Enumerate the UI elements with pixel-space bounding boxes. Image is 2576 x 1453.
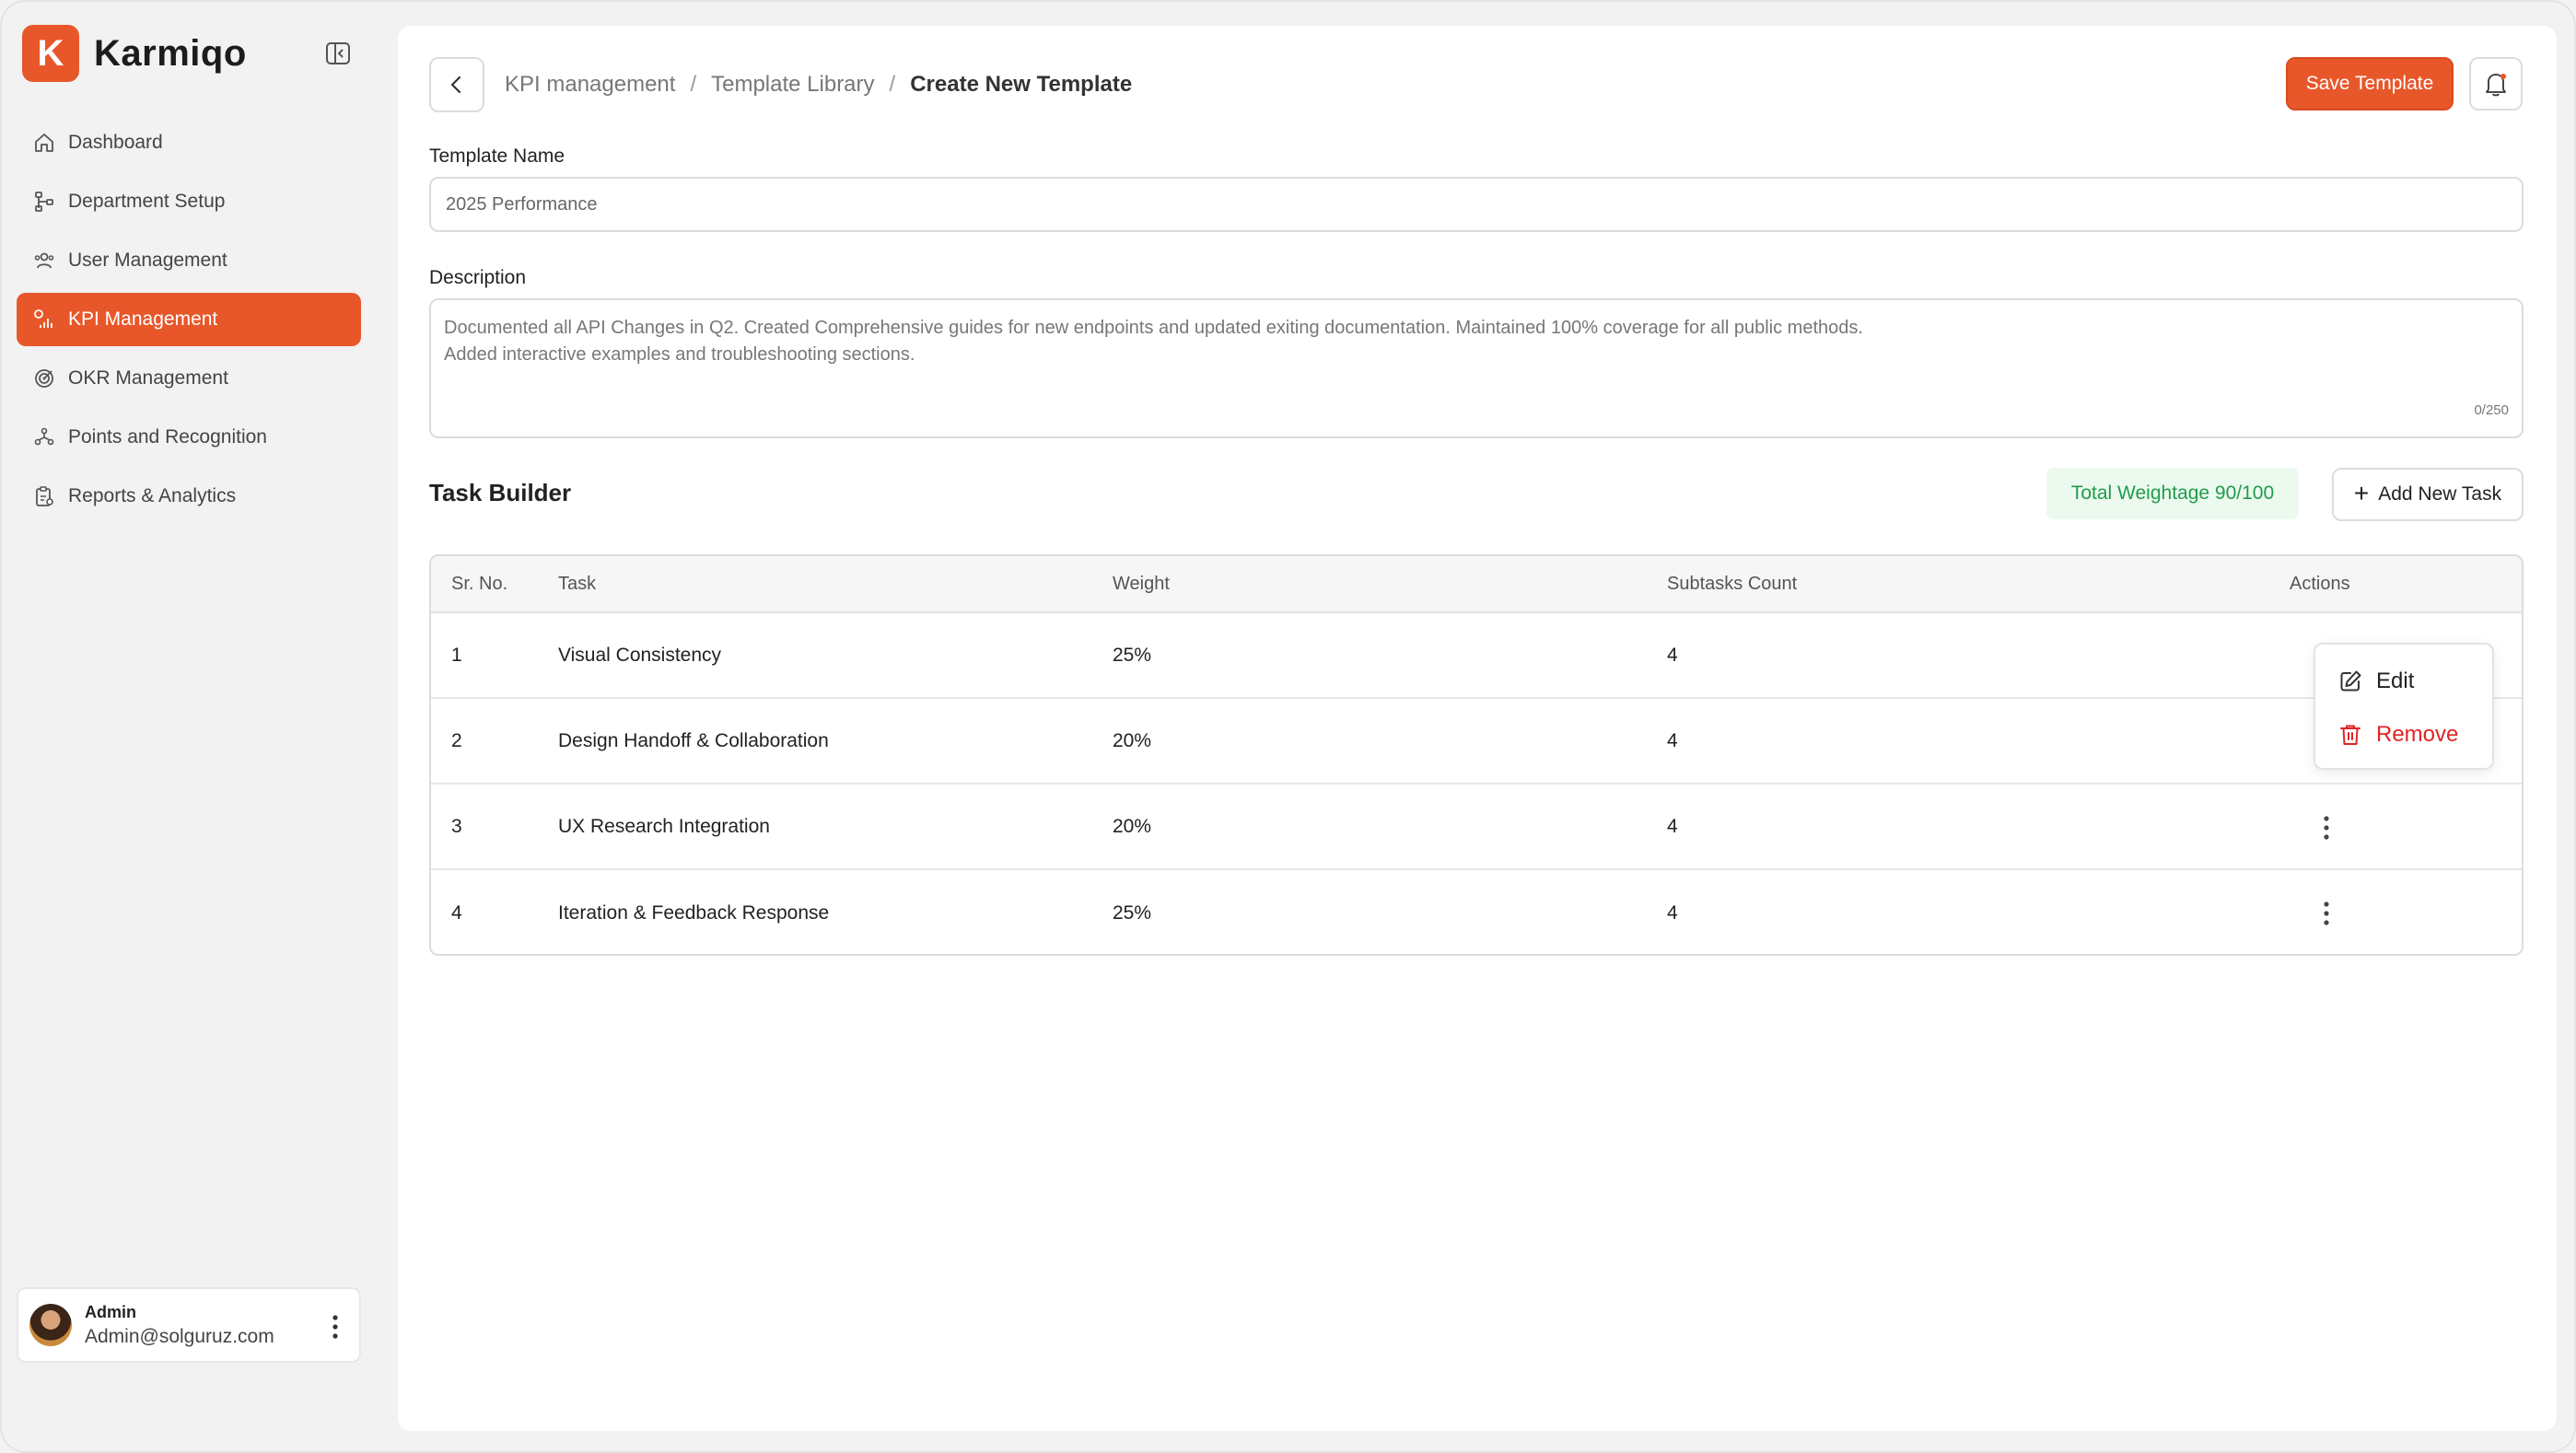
- edit-icon: [2340, 670, 2361, 692]
- save-template-button[interactable]: Save Template: [2286, 57, 2454, 110]
- row-actions-kebab-icon[interactable]: [2321, 814, 2332, 842]
- sidebar: K Karmiqo Dashboard Department Setup Use…: [2, 2, 389, 1451]
- sidebar-item-label: User Management: [68, 250, 227, 271]
- total-weightage-badge: Total Weightage 90/100: [2046, 468, 2299, 519]
- hierarchy-icon: [31, 189, 57, 215]
- sidebar-item-label: Reports & Analytics: [68, 485, 237, 506]
- breadcrumb-template-library[interactable]: Template Library: [711, 72, 874, 98]
- cell-task: Iteration & Feedback Response: [558, 901, 830, 924]
- cell-subtasks-count: 4: [1667, 729, 1678, 751]
- column-header-weight: Weight: [1113, 573, 1170, 594]
- target-icon: [31, 366, 57, 391]
- breadcrumb-kpi-management[interactable]: KPI management: [505, 72, 675, 98]
- sidebar-item-label: KPI Management: [68, 308, 218, 330]
- menu-item-edit[interactable]: Edit: [2337, 663, 2414, 700]
- sidebar-item-department-setup[interactable]: Department Setup: [17, 175, 361, 228]
- column-header-sr-no: Sr. No.: [451, 573, 508, 594]
- description-line: Documented all API Changes in Q2. Create…: [444, 318, 1863, 338]
- table-row: 3 UX Research Integration 20% 4: [431, 785, 2522, 870]
- users-icon: [31, 248, 57, 273]
- cell-task: Design Handoff & Collaboration: [558, 729, 829, 751]
- cell-weight: 20%: [1113, 815, 1152, 837]
- app-window: K Karmiqo Dashboard Department Setup Use…: [0, 0, 2576, 1453]
- sidebar-item-okr-management[interactable]: OKR Management: [17, 352, 361, 405]
- cell-sr-no: 2: [451, 729, 462, 751]
- description-label: Description: [429, 267, 527, 288]
- sidebar-collapse-icon[interactable]: [325, 41, 351, 66]
- user-card[interactable]: Admin Admin@solguruz.com: [17, 1287, 361, 1363]
- cell-subtasks-count: 4: [1667, 644, 1678, 666]
- cell-weight: 20%: [1113, 729, 1152, 751]
- kpi-chart-icon: [31, 307, 57, 332]
- breadcrumb-separator: /: [690, 72, 697, 97]
- sidebar-item-label: Department Setup: [68, 191, 226, 212]
- table-row: 4 Iteration & Feedback Response 25% 4: [431, 870, 2522, 954]
- task-table: Sr. No. Task Weight Subtasks Count Actio…: [429, 554, 2524, 956]
- sidebar-item-points-recognition[interactable]: Points and Recognition: [17, 411, 361, 464]
- recognition-icon: [31, 424, 57, 450]
- user-role: Admin: [85, 1302, 136, 1321]
- cell-sr-no: 3: [451, 815, 462, 837]
- row-actions-menu: Edit Remove: [2314, 643, 2494, 770]
- brand-name: Karmiqo: [94, 32, 247, 74]
- task-builder-title: Task Builder: [429, 479, 572, 506]
- home-icon: [31, 130, 57, 156]
- menu-item-label: Remove: [2376, 722, 2459, 747]
- notifications-button[interactable]: [2469, 57, 2523, 110]
- cell-subtasks-count: 4: [1667, 901, 1678, 924]
- avatar: [29, 1304, 72, 1346]
- column-header-task: Task: [558, 573, 597, 594]
- chevron-left-icon: [450, 76, 461, 94]
- cell-task: Visual Consistency: [558, 644, 722, 666]
- sidebar-nav: Dashboard Department Setup User Manageme…: [17, 116, 361, 529]
- template-name-label: Template Name: [429, 145, 565, 167]
- cell-task: UX Research Integration: [558, 815, 770, 837]
- cell-weight: 25%: [1113, 901, 1152, 924]
- cell-subtasks-count: 4: [1667, 815, 1678, 837]
- sidebar-item-user-management[interactable]: User Management: [17, 234, 361, 287]
- sidebar-item-dashboard[interactable]: Dashboard: [17, 116, 361, 169]
- description-textarea[interactable]: Documented all API Changes in Q2. Create…: [429, 298, 2524, 438]
- brand-logo: K: [22, 25, 79, 82]
- template-name-input[interactable]: 2025 Performance: [429, 177, 2524, 232]
- add-new-task-label: Add New Task: [2378, 483, 2502, 505]
- breadcrumb: KPI management / Template Library / Crea…: [505, 72, 1132, 98]
- sidebar-item-kpi-management[interactable]: KPI Management: [17, 293, 361, 346]
- table-row: 2 Design Handoff & Collaboration 20% 4: [431, 699, 2522, 785]
- more-vertical-icon[interactable]: [332, 1313, 339, 1341]
- character-counter: 0/250: [2474, 402, 2509, 418]
- row-actions-kebab-icon[interactable]: [2321, 900, 2332, 927]
- main-content: KPI management / Template Library / Crea…: [398, 26, 2557, 1431]
- report-icon: [31, 483, 57, 509]
- brand: K Karmiqo: [22, 25, 247, 82]
- back-button[interactable]: [429, 57, 484, 112]
- breadcrumb-separator: /: [889, 72, 896, 97]
- cell-weight: 25%: [1113, 644, 1152, 666]
- sidebar-item-label: OKR Management: [68, 367, 228, 389]
- table-row: 1 Visual Consistency 25% 4: [431, 613, 2522, 699]
- cell-sr-no: 4: [451, 901, 462, 924]
- add-new-task-button[interactable]: + Add New Task: [2332, 468, 2524, 521]
- sidebar-item-label: Points and Recognition: [68, 426, 267, 448]
- breadcrumb-current-page: Create New Template: [910, 72, 1133, 97]
- menu-item-label: Edit: [2376, 668, 2415, 693]
- trash-icon: [2340, 725, 2360, 745]
- sidebar-item-label: Dashboard: [68, 132, 163, 153]
- column-header-actions: Actions: [2290, 573, 2350, 594]
- sidebar-item-reports-analytics[interactable]: Reports & Analytics: [17, 470, 361, 523]
- user-email: Admin@solguruz.com: [85, 1325, 274, 1347]
- menu-item-remove[interactable]: Remove: [2337, 716, 2458, 753]
- plus-icon: +: [2353, 478, 2370, 507]
- column-header-subtasks-count: Subtasks Count: [1667, 573, 1798, 594]
- cell-sr-no: 1: [451, 644, 462, 666]
- table-header: Sr. No. Task Weight Subtasks Count Actio…: [431, 556, 2522, 613]
- bell-icon: [2486, 74, 2506, 97]
- description-line: Added interactive examples and troublesh…: [444, 344, 915, 365]
